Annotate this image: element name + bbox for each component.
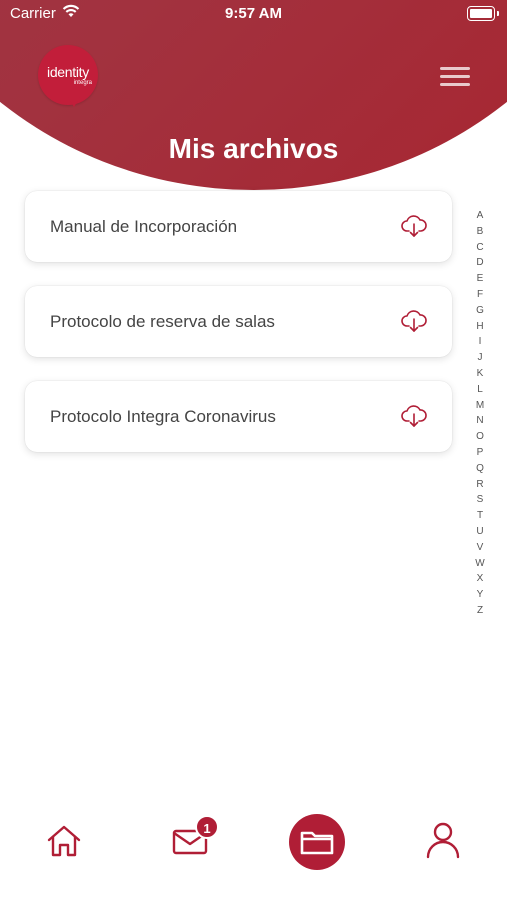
home-icon: [47, 825, 81, 857]
unread-badge: 1: [195, 815, 219, 839]
cloud-download-icon[interactable]: [400, 403, 428, 429]
alphabet-index-letter[interactable]: M: [472, 398, 488, 414]
cloud-download-icon[interactable]: [400, 308, 428, 334]
alphabet-index[interactable]: ABCDEFGHIJKLMNOPQRSTUVWXYZ: [472, 208, 488, 619]
alphabet-index-letter[interactable]: S: [472, 492, 488, 508]
alphabet-index-letter[interactable]: R: [472, 477, 488, 493]
alphabet-index-letter[interactable]: V: [472, 540, 488, 556]
alphabet-index-letter[interactable]: Q: [472, 461, 488, 477]
alphabet-index-letter[interactable]: W: [472, 556, 488, 572]
logo-title: identity: [47, 64, 89, 80]
alphabet-index-letter[interactable]: X: [472, 571, 488, 587]
hamburger-icon-line: [440, 75, 470, 78]
tab-files[interactable]: [289, 814, 345, 870]
alphabet-index-letter[interactable]: N: [472, 413, 488, 429]
user-icon: [426, 822, 460, 859]
menu-button[interactable]: [438, 64, 472, 90]
cloud-download-icon[interactable]: [400, 213, 428, 239]
tab-profile[interactable]: [424, 820, 462, 860]
status-time: 9:57 AM: [225, 5, 282, 22]
alphabet-index-letter[interactable]: O: [472, 429, 488, 445]
alphabet-index-letter[interactable]: G: [472, 303, 488, 319]
battery-icon: [467, 6, 499, 21]
alphabet-index-letter[interactable]: Z: [472, 603, 488, 619]
alphabet-index-letter[interactable]: J: [472, 350, 488, 366]
alphabet-index-letter[interactable]: P: [472, 445, 488, 461]
alphabet-index-letter[interactable]: H: [472, 319, 488, 335]
folder-icon: [300, 831, 334, 855]
file-name: Manual de Incorporación: [50, 217, 238, 236]
status-bar: Carrier 9:57 AM: [0, 0, 507, 28]
alphabet-index-letter[interactable]: L: [472, 382, 488, 398]
page-title: Mis archivos: [168, 133, 339, 164]
hamburger-icon-line: [440, 83, 470, 86]
alphabet-index-letter[interactable]: E: [472, 271, 488, 287]
file-card[interactable]: Protocolo Integra Coronavirus: [25, 381, 452, 452]
alphabet-index-letter[interactable]: I: [472, 334, 488, 350]
file-name: Protocolo de reserva de salas: [50, 312, 275, 331]
alphabet-index-letter[interactable]: U: [472, 524, 488, 540]
alphabet-index-letter[interactable]: B: [472, 224, 488, 240]
hamburger-icon: [440, 67, 470, 70]
alphabet-index-letter[interactable]: Y: [472, 587, 488, 603]
alphabet-index-letter[interactable]: A: [472, 208, 488, 224]
file-name: Protocolo Integra Coronavirus: [50, 407, 276, 426]
logo-tail: [68, 97, 80, 107]
alphabet-index-letter[interactable]: F: [472, 287, 488, 303]
tab-home[interactable]: [45, 822, 83, 860]
alphabet-index-letter[interactable]: T: [472, 508, 488, 524]
tab-bar: 1: [0, 800, 507, 900]
file-card[interactable]: Manual de Incorporación: [25, 191, 452, 262]
alphabet-index-letter[interactable]: D: [472, 255, 488, 271]
app-logo: identity integra: [38, 45, 98, 107]
alphabet-index-letter[interactable]: K: [472, 366, 488, 382]
alphabet-index-letter[interactable]: C: [472, 240, 488, 256]
logo-subtitle: integra: [73, 80, 92, 86]
file-card[interactable]: Protocolo de reserva de salas: [25, 286, 452, 357]
